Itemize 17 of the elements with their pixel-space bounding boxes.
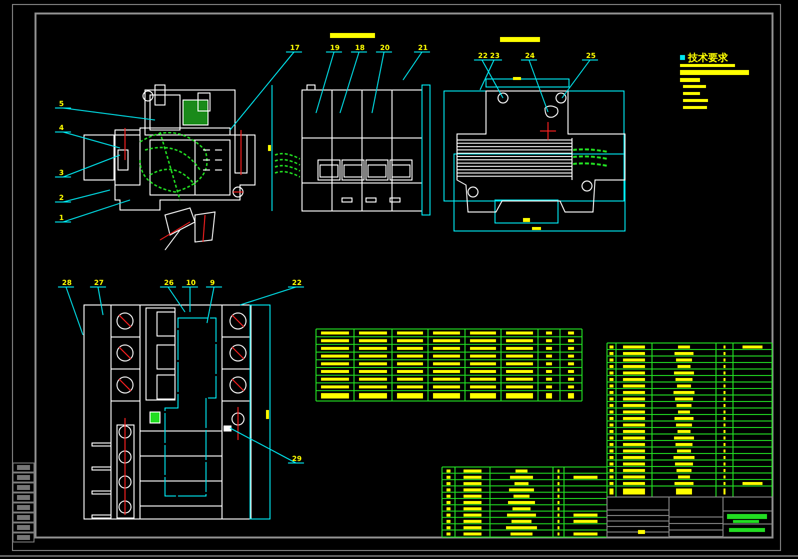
notes-title: 技术要求 xyxy=(688,53,728,64)
leader-line xyxy=(520,60,548,112)
leader-line xyxy=(90,286,106,316)
leader-line xyxy=(54,132,120,148)
leader-line xyxy=(240,286,304,306)
leader-line xyxy=(316,52,342,114)
leader-line xyxy=(474,60,504,98)
leader-line xyxy=(402,52,430,80)
leader-line xyxy=(480,60,502,90)
leader-line xyxy=(54,154,120,178)
leader-line xyxy=(206,286,222,324)
leader-line xyxy=(58,286,84,336)
leader-line xyxy=(340,52,368,114)
leader-line xyxy=(372,52,392,114)
notes-text-drawing xyxy=(680,64,749,109)
bullet-icon xyxy=(680,55,685,60)
leader-line xyxy=(562,60,598,98)
